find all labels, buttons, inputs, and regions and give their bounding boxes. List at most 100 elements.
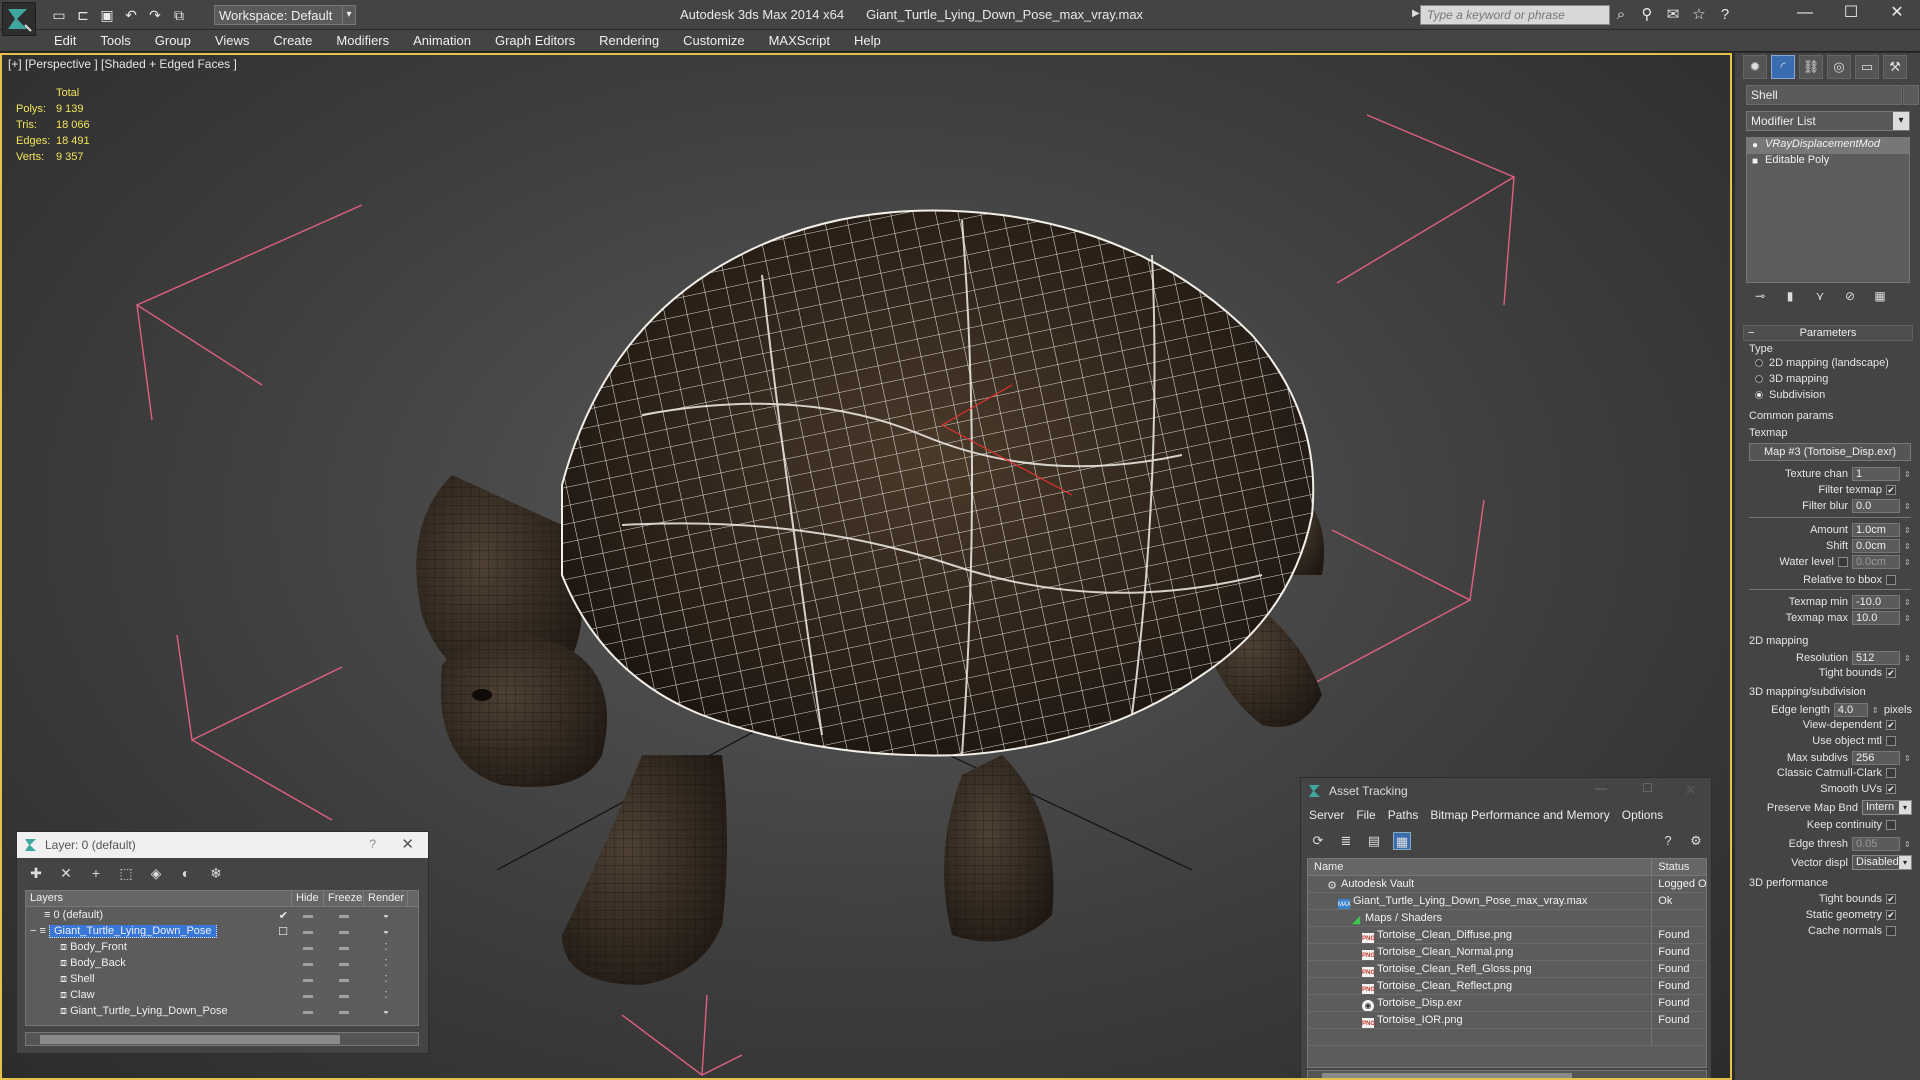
cache-normals-checkbox[interactable] xyxy=(1886,926,1896,936)
relative-to-bbox-checkbox[interactable] xyxy=(1886,575,1896,585)
hide-toggle[interactable]: ▬ xyxy=(292,942,324,953)
help-icon[interactable]: ? xyxy=(1716,6,1734,24)
hide-toggle[interactable]: ▬ xyxy=(292,974,324,985)
static-geometry-checkbox[interactable]: ✔ xyxy=(1886,910,1896,920)
maximize-button[interactable]: ☐ xyxy=(1828,0,1874,28)
render-teapot-icon[interactable]: ◒ xyxy=(364,910,408,921)
column-header[interactable]: Status xyxy=(1652,859,1706,875)
radio-button[interactable] xyxy=(1755,391,1763,400)
create-tab-icon[interactable]: ✹ xyxy=(1743,55,1767,79)
amount-spinner[interactable]: 1.0cm xyxy=(1852,523,1900,537)
tight-bounds-checkbox[interactable]: ✔ xyxy=(1886,668,1896,678)
asset-row[interactable]: PNG Tortoise_Clean_Reflect.png Found xyxy=(1308,978,1706,995)
motion-tab-icon[interactable]: ◎ xyxy=(1827,55,1851,79)
scrollbar-thumb[interactable] xyxy=(40,1035,340,1044)
thumbnail-view-icon[interactable]: ▤ xyxy=(1365,832,1383,850)
column-header[interactable]: Hide xyxy=(292,891,324,906)
hold-icon[interactable]: ⧉ xyxy=(170,6,188,24)
filter-blur-spinner[interactable]: 0.0 xyxy=(1852,499,1900,513)
highlight-layer-icon[interactable]: ◈ xyxy=(147,864,165,882)
menu-paths[interactable]: Paths xyxy=(1388,808,1419,822)
smooth-uvs-checkbox[interactable]: ✔ xyxy=(1886,784,1896,794)
classic-catmull-clark-checkbox[interactable] xyxy=(1886,768,1896,778)
modifier-stack-item[interactable]: ● VRayDisplacementMod xyxy=(1747,138,1909,154)
spinner-arrows-icon[interactable]: ⇕ xyxy=(1904,558,1912,567)
edge-thresh-spinner[interactable]: 0.05 xyxy=(1852,837,1900,851)
undo-icon[interactable]: ↶ xyxy=(122,6,140,24)
freeze-toggle[interactable]: ▬ xyxy=(324,990,364,1001)
use-object-mtl-checkbox[interactable] xyxy=(1886,736,1896,746)
object-name-field[interactable]: Shell xyxy=(1746,85,1902,105)
freeze-toggle[interactable]: ▬ xyxy=(324,942,364,953)
asset-row[interactable]: PNG Tortoise_Clean_Refl_Gloss.png Found xyxy=(1308,961,1706,978)
binoculars-icon[interactable]: ⌕ xyxy=(1612,6,1630,24)
column-header[interactable]: Freeze xyxy=(324,891,364,906)
texture-chan-spinner[interactable]: 1 xyxy=(1852,467,1900,481)
texmap-button[interactable]: Map #3 (Tortoise_Disp.exr) xyxy=(1749,443,1911,461)
spinner-arrows-icon[interactable]: ⇕ xyxy=(1904,526,1912,535)
modifier-list-dropdown[interactable]: Modifier List ▾ xyxy=(1746,111,1910,131)
scrollbar-thumb[interactable] xyxy=(1322,1073,1572,1078)
active-box-icon[interactable]: ☐ xyxy=(278,925,288,938)
lightbulb-icon[interactable]: ● xyxy=(1752,140,1758,151)
asset-row[interactable]: ⚙ Autodesk Vault Logged O xyxy=(1308,876,1706,893)
freeze-toggle[interactable]: ▬ xyxy=(324,1006,364,1017)
max-subdivs-spinner[interactable]: 256 xyxy=(1852,751,1900,765)
spinner-arrows-icon[interactable]: ⇕ xyxy=(1904,754,1912,763)
spinner-arrows-icon[interactable]: ⇕ xyxy=(1872,706,1880,715)
configure-sets-icon[interactable]: ▦ xyxy=(1872,289,1888,305)
hide-toggle[interactable]: ▬ xyxy=(292,990,324,1001)
create-layer-icon[interactable]: ✚ xyxy=(27,864,45,882)
search-expand-icon[interactable]: ▶ xyxy=(1412,8,1420,19)
radio-2d-mapping[interactable]: 2D mapping (landscape) xyxy=(1755,357,1889,369)
save-icon[interactable]: ▣ xyxy=(98,6,116,24)
horizontal-scrollbar[interactable] xyxy=(25,1032,419,1046)
parameters-rollout[interactable]: − Parameters xyxy=(1743,325,1913,341)
expand-icon[interactable]: ■ xyxy=(1752,156,1758,167)
column-header[interactable]: Name xyxy=(1308,859,1653,875)
list-view-icon[interactable]: ≣ xyxy=(1337,832,1355,850)
texmap-max-spinner[interactable]: 10.0 xyxy=(1852,611,1900,625)
asset-row[interactable]: PNG Tortoise_Clean_Normal.png Found xyxy=(1308,944,1706,961)
freeze-toggle[interactable]: ▬ xyxy=(324,926,364,937)
menu-animation[interactable]: Animation xyxy=(413,33,471,48)
tight-bounds-3d-checkbox[interactable]: ✔ xyxy=(1886,894,1896,904)
spinner-arrows-icon[interactable]: ⇕ xyxy=(1904,598,1912,607)
communication-icon[interactable]: ✉ xyxy=(1664,6,1682,24)
spinner-arrows-icon[interactable]: ⇕ xyxy=(1904,614,1912,623)
maximize-icon[interactable]: ☐ xyxy=(1642,781,1653,795)
menu-help[interactable]: Help xyxy=(854,33,881,48)
perspective-viewport[interactable]: [+] [Perspective ] [Shaded + Edged Faces… xyxy=(0,53,1732,1080)
select-objects-icon[interactable]: ⬚ xyxy=(117,864,135,882)
viewport-label[interactable]: [+] [Perspective ] [Shaded + Edged Faces… xyxy=(8,57,237,71)
workspace-select[interactable]: Workspace: Default▾ xyxy=(214,5,354,25)
remove-modifier-icon[interactable]: ⊘ xyxy=(1842,289,1858,305)
spinner-arrows-icon[interactable]: ⇕ xyxy=(1904,654,1912,663)
layer-window-titlebar[interactable]: Layer: 0 (default) ? ✕ xyxy=(17,832,428,858)
minimize-icon[interactable]: — xyxy=(1595,781,1607,795)
asset-row[interactable]: MAX Giant_Turtle_Lying_Down_Pose_max_vray… xyxy=(1308,893,1706,910)
menu-rendering[interactable]: Rendering xyxy=(599,33,659,48)
render-dots-icon[interactable]: ⁚ xyxy=(364,974,408,985)
filter-texmap-checkbox[interactable]: ✔ xyxy=(1886,485,1896,495)
spinner-arrows-icon[interactable]: ⇕ xyxy=(1904,470,1912,479)
menu-maxscript[interactable]: MAXScript xyxy=(769,33,830,48)
freeze-toggle[interactable]: ▬ xyxy=(324,910,364,921)
make-unique-icon[interactable]: ⋎ xyxy=(1812,289,1828,305)
menu-group[interactable]: Group xyxy=(155,33,191,48)
add-to-layer-icon[interactable]: + xyxy=(87,864,105,882)
render-dots-icon[interactable]: ⁚ xyxy=(364,958,408,969)
close-button[interactable]: ✕ xyxy=(1874,0,1920,28)
layer-row[interactable]: ⧈ Body_Front ▬ ▬ ⁚ xyxy=(26,939,418,955)
new-file-icon[interactable]: ▭ xyxy=(50,6,68,24)
layer-row[interactable]: ⧈ Giant_Turtle_Lying_Down_Pose ▬ ▬ ◒ xyxy=(26,1003,418,1019)
layer-row[interactable]: ≡ 0 (default) ✔ ▬ ▬ ◒ xyxy=(26,907,418,923)
radio-3d-mapping[interactable]: 3D mapping xyxy=(1755,373,1828,385)
menu-file[interactable]: File xyxy=(1356,808,1375,822)
asset-row[interactable]: PNG Tortoise_Clean_Diffuse.png Found xyxy=(1308,927,1706,944)
resolution-spinner[interactable]: 512 xyxy=(1852,651,1900,665)
close-icon[interactable]: ✕ xyxy=(1684,781,1697,799)
radio-button[interactable] xyxy=(1755,359,1763,368)
hide-toggle[interactable]: ▬ xyxy=(292,910,324,921)
layer-row[interactable]: − ≡ Giant_Turtle_Lying_Down_Pose ☐ ▬ ▬ ◒ xyxy=(26,923,418,939)
